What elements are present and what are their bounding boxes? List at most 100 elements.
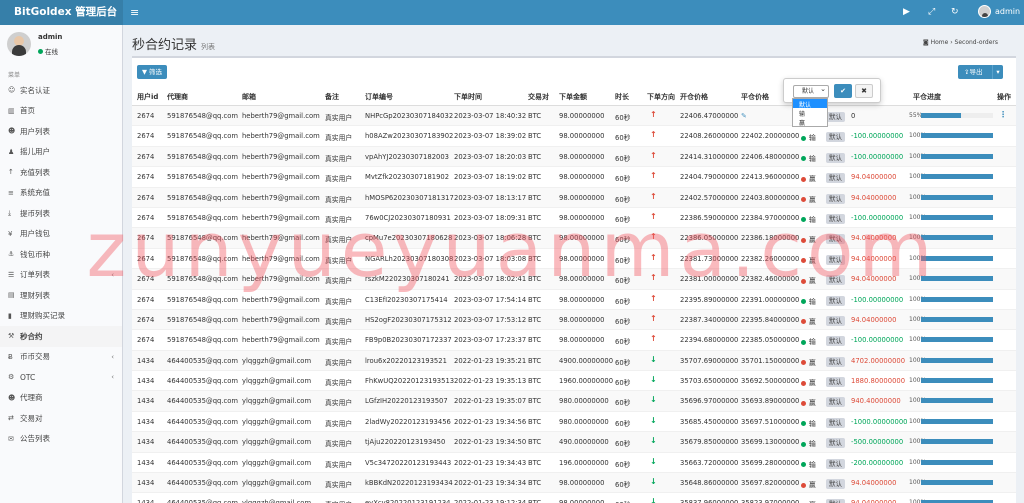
cell-order-no: V5c34720220123193443 xyxy=(365,458,452,467)
cell-time: 2023-03-07 18:40:32 xyxy=(454,112,527,120)
table-row[interactable]: 2674 591876548@qq.com heberth79@gmail.com 真… xyxy=(132,249,1016,270)
setting-badge[interactable]: 默认 xyxy=(826,234,845,245)
setting-badge[interactable]: 默认 xyxy=(826,458,845,469)
cell-email: ylqggzh@gmail.com xyxy=(242,356,312,365)
sidebar-toggle-icon[interactable]: ≡ xyxy=(130,6,139,19)
cell-agent: 591876548@qq.com xyxy=(167,234,239,243)
sidebar-item[interactable]: ♟ 摇儿用户 xyxy=(0,142,122,163)
sidebar-item-label: 订单列表 xyxy=(20,270,50,280)
avatar xyxy=(7,32,31,56)
table-row[interactable]: 2674 591876548@qq.com heberth79@gmail.com 真… xyxy=(132,228,1016,249)
edit-icon[interactable]: ✎ xyxy=(741,112,747,120)
sidebar-item[interactable]: ☰ 订单列表 ‹ xyxy=(0,265,122,286)
table-row[interactable]: 2674 591876548@qq.com heberth79@gmail.com 真… xyxy=(132,167,1016,188)
dropdown-option[interactable]: 默认 xyxy=(793,99,827,109)
arrow-down-icon: ↓ xyxy=(650,436,657,446)
status-select[interactable]: 默认 xyxy=(793,84,829,98)
cell-amount: 490.00000000 xyxy=(559,438,609,447)
play-icon[interactable]: ▶ xyxy=(903,7,910,17)
cell-note: 真实用户 xyxy=(325,499,352,503)
setting-badge[interactable]: 默认 xyxy=(826,499,845,503)
confirm-button[interactable]: ✔ xyxy=(834,84,852,98)
sidebar-item[interactable]: ▥ 首页 xyxy=(0,101,122,122)
sidebar-item[interactable]: ↑ 充值列表 xyxy=(0,162,122,183)
status-badge: 默认 xyxy=(826,274,845,286)
table-row[interactable]: 1434464400535@qq.comylqggzh@gmail.com真实用… xyxy=(132,493,1016,503)
sidebar-item[interactable]: ≡ 系统充值 xyxy=(0,183,122,204)
setting-badge[interactable]: 默认 xyxy=(826,275,845,286)
setting-badge[interactable]: 默认 xyxy=(826,377,845,388)
table-row[interactable]: 2674 591876548@qq.com heberth79@gmail.com 真… xyxy=(132,208,1016,229)
brand-logo[interactable]: BitGoldex 管理后台 xyxy=(0,0,123,25)
export-button[interactable]: ⇪ 导出 ▾ xyxy=(958,65,1003,79)
status-badge: 默认 xyxy=(826,172,845,184)
table-row[interactable]: 2674 591876548@qq.com heberth79@gmail.com 真… xyxy=(132,146,1016,168)
table-row[interactable]: 2674 591876548@qq.com heberth79@gmail.com 真… xyxy=(132,290,1016,310)
sidebar-item[interactable]: ¥ 用户钱包 xyxy=(0,224,122,245)
more-actions-icon[interactable]: ⋮ xyxy=(999,110,1007,119)
sidebar-item[interactable]: ⚙ OTC ‹ xyxy=(0,367,122,388)
table-row[interactable]: 1434464400535@qq.comylqggzh@gmail.com真实用… xyxy=(132,371,1016,392)
setting-badge[interactable]: 默认 xyxy=(826,254,845,265)
setting-badge[interactable]: 默认 xyxy=(826,417,845,428)
setting-badge[interactable]: 默认 xyxy=(826,438,845,449)
progress-bar xyxy=(921,296,993,302)
progress-fill xyxy=(921,113,961,118)
cell-agent: 464400535@qq.com xyxy=(167,356,239,365)
cancel-button[interactable]: ✖ xyxy=(855,84,873,98)
sidebar-item[interactable]: ✉ 公告列表 xyxy=(0,429,122,450)
sidebar-item[interactable]: ☻ 代理商 xyxy=(0,388,122,409)
user-panel: admin 在线 xyxy=(0,25,122,68)
cell-email: ylqggzh@gmail.com xyxy=(242,438,312,447)
table-row[interactable]: 1434464400535@qq.comylqggzh@gmail.com真实用… xyxy=(132,350,1016,372)
table-row[interactable]: 2674 591876548@qq.com heberth79@gmail.com 真… xyxy=(132,330,1016,351)
dropdown-option[interactable]: 输 xyxy=(793,108,827,118)
table-row[interactable]: 2674 591876548@qq.com heberth79@gmail.com 真… xyxy=(132,309,1016,331)
setting-badge[interactable]: 默认 xyxy=(826,356,845,367)
user-menu[interactable]: admin xyxy=(978,5,1020,18)
status-badge: 默认 xyxy=(826,417,845,428)
exchange-icon: ⇄ xyxy=(8,414,14,423)
cell-email: heberth79@gmail.com xyxy=(242,173,320,182)
fullscreen-icon[interactable]: ⤢ xyxy=(928,7,935,17)
arrow-down-icon: ↓ xyxy=(650,354,657,364)
breadcrumb-home[interactable]: Home xyxy=(931,39,949,46)
table-row[interactable]: 2674 591876548@qq.com heberth79@gmail.com 真… xyxy=(132,187,1016,208)
table-row[interactable]: 2674 591876548@qq.com heberth79@gmail.com 真… xyxy=(132,269,1016,290)
setting-badge[interactable]: 默认 xyxy=(826,479,845,490)
progress-fill xyxy=(921,296,993,302)
progress-fill xyxy=(921,316,993,322)
bitcoin-icon: Ƀ xyxy=(8,352,13,361)
table-row[interactable]: 1434464400535@qq.comylqggzh@gmail.com真实用… xyxy=(132,432,1016,453)
table-row[interactable]: 1434464400535@qq.comylqggzh@gmail.com真实用… xyxy=(132,473,1016,494)
setting-badge[interactable]: 默认 xyxy=(826,315,845,326)
setting-badge[interactable]: 默认 xyxy=(826,112,845,122)
setting-badge[interactable]: 默认 xyxy=(826,336,845,347)
table-row[interactable]: 1434464400535@qq.comylqggzh@gmail.com真实用… xyxy=(132,391,1016,412)
sidebar-item[interactable]: Ƀ 币币交易 ‹ xyxy=(0,347,122,368)
setting-badge[interactable]: 默认 xyxy=(826,397,845,408)
sidebar-item[interactable]: ▤ 理财列表 xyxy=(0,285,122,306)
sidebar-item[interactable]: ⚓ 钱包币种 xyxy=(0,244,122,265)
sidebar-item[interactable]: ⤓ 提币列表 xyxy=(0,203,122,224)
refresh-icon[interactable]: ↻ xyxy=(951,7,959,17)
dropdown-option[interactable]: 赢 xyxy=(793,117,827,127)
setting-badge[interactable]: 默认 xyxy=(826,132,845,143)
setting-badge[interactable]: 默认 xyxy=(826,173,845,184)
setting-badge[interactable]: 默认 xyxy=(826,193,845,204)
table-row[interactable]: 1434464400535@qq.comylqggzh@gmail.com真实用… xyxy=(132,412,1016,433)
sidebar-item[interactable]: ☺ 实名认证 xyxy=(0,80,122,101)
setting-badge[interactable]: 默认 xyxy=(826,213,845,224)
filter-button[interactable]: ▼ 筛选 xyxy=(137,65,167,79)
sidebar-item[interactable]: ▮ 理财购买记录 xyxy=(0,306,122,327)
sidebar-item[interactable]: ☻ 用户列表 xyxy=(0,121,122,142)
table-row[interactable]: 2674 591876548@qq.com heberth79@gmail.com 真… xyxy=(132,106,1016,127)
setting-badge[interactable]: 默认 xyxy=(826,295,845,306)
table-row[interactable]: 2674 591876548@qq.com heberth79@gmail.com 真… xyxy=(132,126,1016,147)
setting-badge[interactable]: 默认 xyxy=(826,152,845,163)
sidebar-item[interactable]: ⚒ 秒合约 xyxy=(0,326,122,347)
chevron-down-icon[interactable]: ▾ xyxy=(992,65,1003,79)
table-row[interactable]: 1434464400535@qq.comylqggzh@gmail.com真实用… xyxy=(132,453,1016,474)
sidebar-item[interactable]: ⇄ 交易对 xyxy=(0,408,122,429)
bullhorn-icon: ✉ xyxy=(8,434,14,443)
